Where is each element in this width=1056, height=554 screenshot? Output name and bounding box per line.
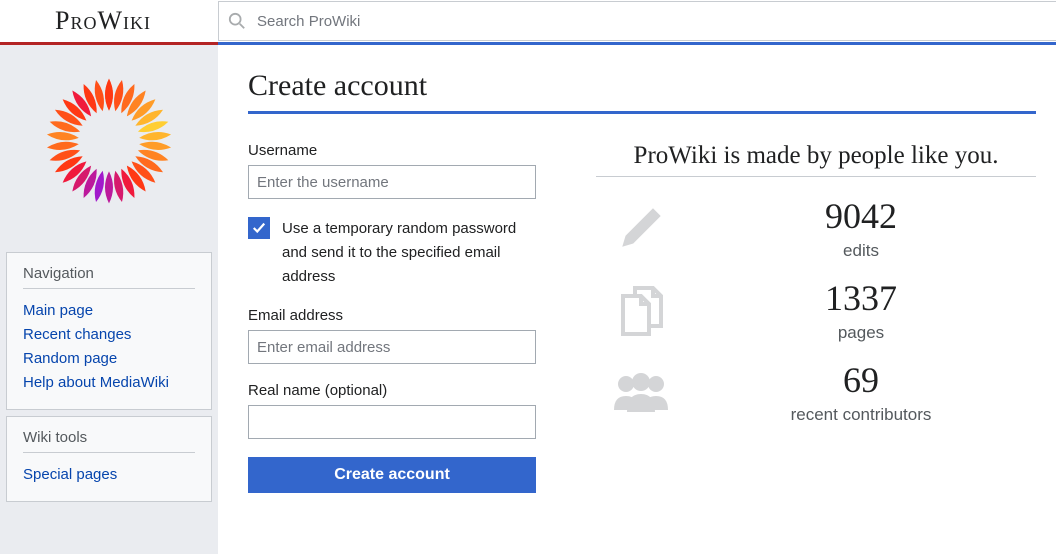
signup-form: Username Use a temporary random password… xyxy=(248,142,536,493)
edits-label: edits xyxy=(686,241,1036,261)
page-title: Create account xyxy=(248,69,1036,114)
pencil-icon xyxy=(596,198,686,258)
nav-title: Navigation xyxy=(23,265,195,289)
people-icon xyxy=(596,370,686,414)
nav-recent-changes[interactable]: Recent changes xyxy=(23,323,195,347)
stats-panel: ProWiki is made by people like you. 9042… xyxy=(596,142,1056,493)
email-input[interactable] xyxy=(248,330,536,364)
username-label: Username xyxy=(248,142,536,159)
search-input[interactable] xyxy=(218,1,1056,41)
realname-input[interactable] xyxy=(248,405,536,439)
sunburst-logo-icon xyxy=(29,61,189,221)
email-label: Email address xyxy=(248,307,536,324)
temp-password-label: Use a temporary random password and send… xyxy=(282,217,536,289)
edits-count: 9042 xyxy=(686,195,1036,237)
nav-random-page[interactable]: Random page xyxy=(23,347,195,371)
checkmark-icon xyxy=(252,221,266,235)
nav-main-page[interactable]: Main page xyxy=(23,299,195,323)
contributors-label: recent contributors xyxy=(686,405,1036,425)
tools-title: Wiki tools xyxy=(23,429,195,453)
contributors-count: 69 xyxy=(686,359,1036,401)
pages-count: 1337 xyxy=(686,277,1036,319)
tools-box: Wiki tools Special pages xyxy=(6,416,212,502)
sidebar: Navigation Main page Recent changes Rand… xyxy=(0,45,218,554)
realname-label: Real name (optional) xyxy=(248,382,536,399)
logo[interactable] xyxy=(0,45,218,246)
search-icon xyxy=(228,12,246,30)
pages-label: pages xyxy=(686,323,1036,343)
username-input[interactable] xyxy=(248,165,536,199)
create-account-button[interactable]: Create account xyxy=(248,457,536,493)
nav-help[interactable]: Help about MediaWiki xyxy=(23,371,195,395)
tools-special-pages[interactable]: Special pages xyxy=(23,463,195,487)
temp-password-checkbox[interactable] xyxy=(248,217,270,239)
nav-box: Navigation Main page Recent changes Rand… xyxy=(6,252,212,410)
search-wrap xyxy=(218,1,1056,41)
stats-title: ProWiki is made by people like you. xyxy=(596,142,1036,177)
pages-icon xyxy=(596,278,686,342)
site-name[interactable]: ProWiki xyxy=(0,6,218,36)
content: Create account Username Use a temporary … xyxy=(218,45,1056,554)
top-bar: ProWiki xyxy=(0,0,1056,42)
